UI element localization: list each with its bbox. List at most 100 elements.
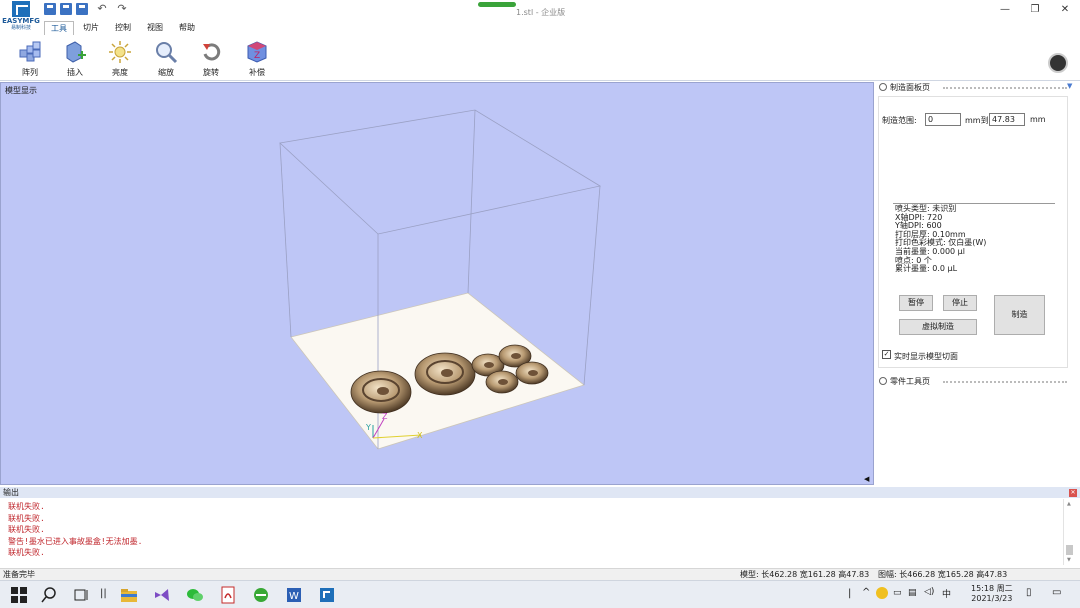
- logo-mark-icon: [12, 1, 30, 17]
- model-impeller-2[interactable]: [414, 352, 476, 396]
- range-end-input[interactable]: 47.83: [989, 113, 1025, 126]
- tray-divider-icon: |: [848, 588, 852, 599]
- virtual-manufacture-button[interactable]: 虚拟制造: [899, 319, 977, 335]
- menu-bar: 工具 切片 控制 视图 帮助: [0, 20, 1080, 36]
- pause-button[interactable]: 暂停: [899, 295, 933, 311]
- svg-text:W: W: [289, 591, 299, 602]
- wechat-icon[interactable]: [186, 586, 204, 604]
- collapse-left-arrow-icon[interactable]: ◀: [864, 475, 869, 483]
- panel-title: 制造面板页: [890, 83, 930, 92]
- array-label: 阵列: [22, 68, 38, 77]
- build-volume-scene[interactable]: Y Z X: [1, 83, 873, 484]
- menu-view[interactable]: 视图: [145, 21, 165, 35]
- output-log: 联机失败. 联机失败. 联机失败. 警告!墨水已进入事故墨盒!无法加墨. 联机失…: [8, 501, 142, 559]
- compensate-label: 补偿: [249, 68, 265, 77]
- network-icon[interactable]: ▤: [908, 588, 917, 598]
- model-viewport[interactable]: 模型显示 Y Z X: [0, 82, 874, 485]
- save-icon[interactable]: [60, 3, 72, 15]
- range-mid-label: mm到: [965, 116, 989, 125]
- pdf-reader-icon[interactable]: [219, 586, 237, 604]
- axis-y-label: Y: [365, 423, 371, 432]
- stop-button[interactable]: 停止: [943, 295, 977, 311]
- pin-icon[interactable]: [879, 377, 887, 385]
- taskbar-clock[interactable]: 15:18 周二 2021/3/23: [971, 584, 1013, 604]
- minimize-button[interactable]: —: [990, 2, 1020, 18]
- panel-body: 制造范围: 0 mm到 47.83 mm 喷头类型: 未识别 X轴DPI: 72…: [878, 96, 1068, 368]
- easymfg-taskbar-icon[interactable]: [318, 586, 336, 604]
- insert-icon: [66, 41, 86, 63]
- output-close-icon[interactable]: ✕: [1069, 489, 1077, 497]
- zoom-label: 缩放: [158, 68, 174, 77]
- menu-tools[interactable]: 工具: [44, 21, 74, 35]
- browser-icon[interactable]: [252, 586, 270, 604]
- rotate-label: 旋转: [203, 68, 219, 77]
- visual-studio-icon[interactable]: [153, 586, 171, 604]
- model-impeller-5[interactable]: [485, 370, 519, 394]
- header-divider: [943, 87, 1067, 89]
- panel-header[interactable]: 制造面板页: [879, 82, 1067, 94]
- rotate-button[interactable]: 旋转: [194, 40, 228, 80]
- search-icon[interactable]: [40, 586, 58, 604]
- restore-button[interactable]: ❐: [1020, 2, 1050, 18]
- file-explorer-icon[interactable]: [120, 586, 138, 604]
- undo-icon[interactable]: ↶: [96, 3, 108, 15]
- scroll-down-icon[interactable]: ▼: [1067, 557, 1071, 563]
- task-view-icon[interactable]: [72, 586, 90, 604]
- output-header: 输出: [0, 487, 1080, 498]
- scroll-thumb[interactable]: [1066, 545, 1073, 555]
- range-label: 制造范围:: [882, 116, 917, 125]
- parts-title: 零件工具页: [890, 377, 930, 386]
- axis-z-label: Z: [382, 412, 388, 421]
- ime-icon[interactable]: 中: [942, 587, 951, 600]
- windows-start-icon[interactable]: [10, 586, 28, 604]
- output-title: 输出: [3, 488, 19, 497]
- zoom-button[interactable]: 缩放: [149, 40, 183, 80]
- notification-center-icon[interactable]: ▭: [1052, 587, 1061, 598]
- model-impeller-6[interactable]: [515, 361, 549, 385]
- word-icon[interactable]: W: [285, 586, 303, 604]
- range-start-input[interactable]: 0: [925, 113, 961, 126]
- array-icon: [19, 41, 41, 62]
- menu-slice[interactable]: 切片: [81, 21, 101, 35]
- realtime-checkbox[interactable]: ✓: [882, 350, 891, 359]
- taskbar-divider-icon: ||: [100, 588, 107, 599]
- toolbar: 阵列 插入 亮度 缩放 旋转 Z 补偿: [0, 36, 1080, 81]
- info-line: 累计墨量: 0.0 μL: [895, 264, 958, 274]
- manufacture-button[interactable]: 制造: [994, 295, 1045, 335]
- log-line: 联机失败.: [8, 502, 45, 511]
- output-panel: 输出 ✕ 联机失败. 联机失败. 联机失败. 警告!墨水已进入事故墨盒!无法加墨…: [0, 487, 1080, 567]
- tray-show-hidden-icon[interactable]: ^: [862, 587, 870, 598]
- new-file-icon[interactable]: [44, 3, 56, 15]
- notes-icon[interactable]: ▯: [1026, 587, 1032, 598]
- status-model-size: 模型: 长462.28 宽161.28 高47.83: [740, 570, 870, 579]
- insert-button[interactable]: 插入: [58, 40, 92, 80]
- pin-icon[interactable]: [879, 83, 887, 91]
- status-ready: 准备完毕: [3, 570, 35, 579]
- windows-taskbar: || W | ^ ▭ ▤ ◁) 中 15:18 周二 2021/3/23 ▯ ▭: [0, 580, 1080, 608]
- range-unit-label: mm: [1030, 115, 1046, 124]
- volume-icon[interactable]: ◁): [924, 587, 934, 597]
- scroll-up-icon[interactable]: ▲: [1067, 501, 1071, 507]
- close-button[interactable]: ✕: [1050, 2, 1080, 18]
- model-impeller-1[interactable]: [350, 370, 412, 414]
- log-line: 联机失败.: [8, 513, 45, 523]
- document-title-text: 1.stl - 企业版: [516, 8, 566, 17]
- status-bar: 准备完毕 模型: 长462.28 宽161.28 高47.83 图幅: 长466…: [0, 568, 1080, 580]
- parts-header[interactable]: 零件工具页: [879, 376, 1067, 388]
- battery-icon[interactable]: ▭: [893, 588, 902, 598]
- clock-date: 2021/3/23: [971, 594, 1013, 603]
- redo-icon[interactable]: ↷: [116, 3, 128, 15]
- brightness-button[interactable]: 亮度: [103, 40, 137, 80]
- menu-help[interactable]: 帮助: [177, 21, 197, 35]
- svg-text:Z: Z: [254, 51, 260, 61]
- header-divider: [943, 381, 1067, 383]
- tray-app-icon[interactable]: [876, 587, 888, 599]
- compensate-button[interactable]: Z 补偿: [240, 40, 274, 80]
- array-button[interactable]: 阵列: [13, 40, 47, 80]
- output-scrollbar[interactable]: ▲ ▼: [1063, 499, 1074, 565]
- panel-dropdown-icon[interactable]: ▼: [1067, 82, 1072, 90]
- menu-control[interactable]: 控制: [113, 21, 133, 35]
- document-title: 1.stl - 企业版: [478, 2, 598, 18]
- connection-status-icon[interactable]: [1048, 53, 1068, 73]
- save-as-icon[interactable]: [76, 3, 88, 15]
